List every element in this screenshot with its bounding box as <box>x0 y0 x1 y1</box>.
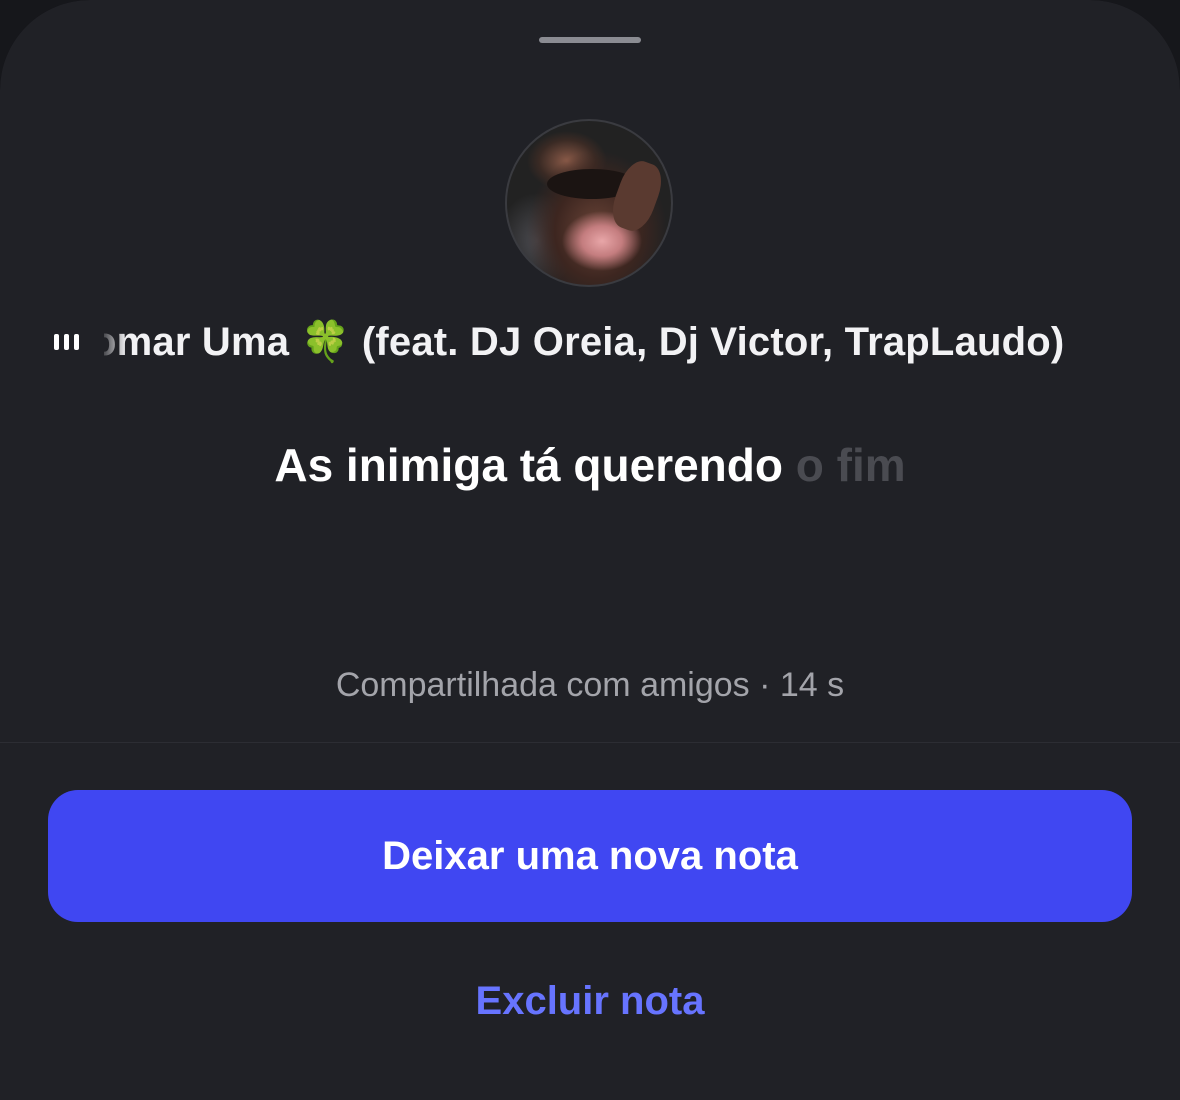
leave-new-note-button[interactable]: Deixar uma nova nota <box>48 790 1132 922</box>
music-title-marquee: omar Uma 🍀 (feat. DJ Oreia, Dj Victor, T… <box>104 312 1130 372</box>
divider <box>0 742 1180 743</box>
avatar-arm-shape <box>606 156 668 236</box>
sheet-grabber[interactable] <box>539 37 641 43</box>
delete-note-button[interactable]: Excluir nota <box>390 968 790 1034</box>
sheet-surface: omar Uma 🍀 (feat. DJ Oreia, Dj Victor, T… <box>0 0 1180 1100</box>
music-title: omar Uma 🍀 (feat. DJ Oreia, Dj Victor, T… <box>104 320 1065 364</box>
avatar <box>505 119 673 287</box>
audio-bars-icon <box>54 322 94 362</box>
audio-bar <box>74 334 79 350</box>
audio-bar <box>64 334 69 350</box>
music-track-row[interactable]: omar Uma 🍀 (feat. DJ Oreia, Dj Victor, T… <box>50 312 1130 372</box>
lyric-upcoming-text: o fim <box>795 439 906 491</box>
note-bottom-sheet: omar Uma 🍀 (feat. DJ Oreia, Dj Victor, T… <box>0 0 1180 1100</box>
audio-bar <box>54 334 59 350</box>
lyric-active-text: As inimiga tá querendo <box>274 439 783 491</box>
shared-status: Compartilhada com amigos · 14 s <box>335 666 845 704</box>
note-lyric: As inimiga tá querendo o fim <box>0 438 1180 492</box>
